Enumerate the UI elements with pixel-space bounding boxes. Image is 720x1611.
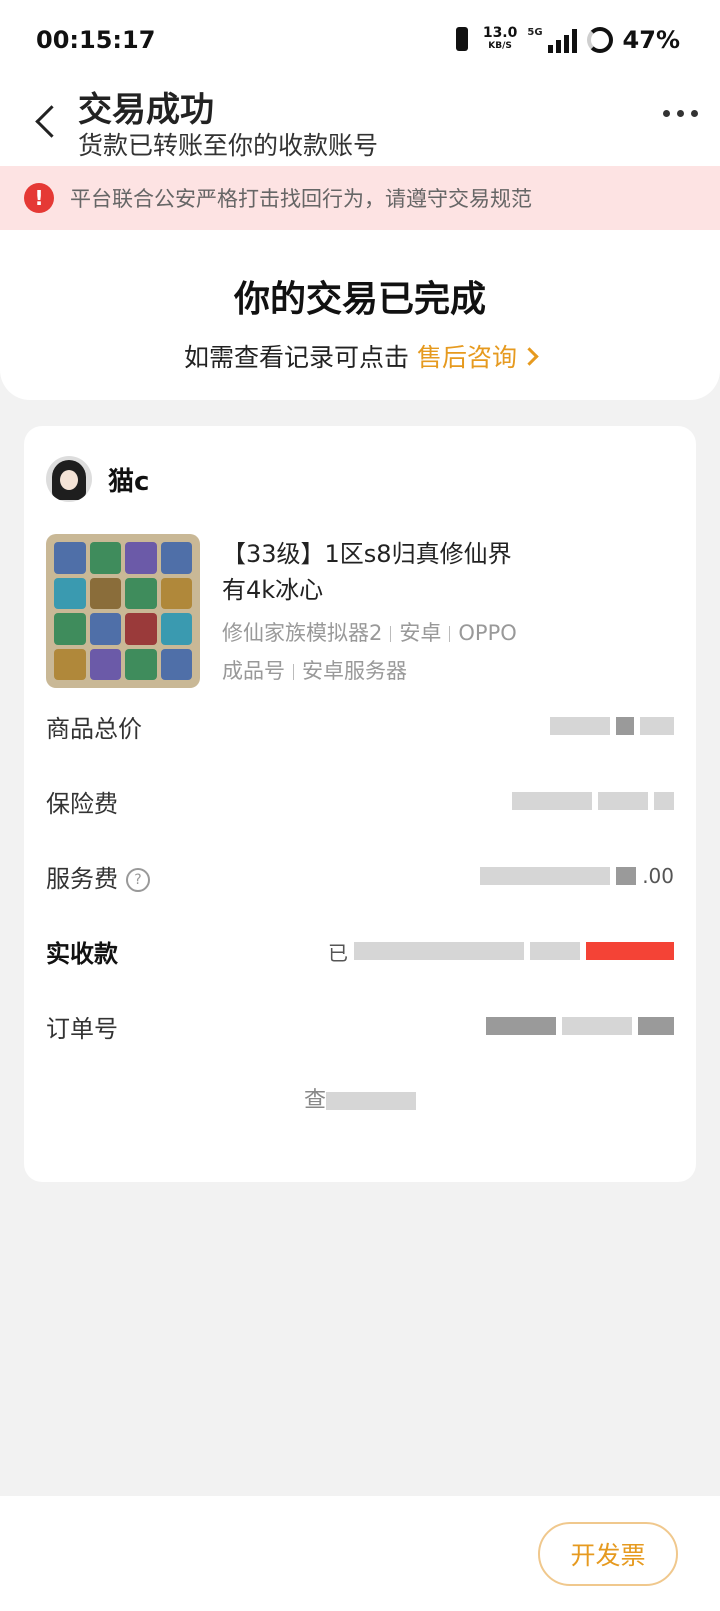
completion-prompt-line: 如需查看记录可点击 售后咨询 bbox=[0, 338, 720, 374]
service-fee-row: 服务费? .00 bbox=[46, 856, 674, 896]
warning-banner: ! 平台联合公安严格打击找回行为，请遵守交易规范 bbox=[0, 166, 720, 230]
meta-game: 修仙家族模拟器2 bbox=[222, 621, 383, 645]
warning-text: 平台联合公安严格打击找回行为，请遵守交易规范 bbox=[70, 187, 532, 211]
meta-divider bbox=[390, 626, 392, 642]
order-number-row: 订单号 bbox=[46, 1006, 674, 1046]
meta-divider bbox=[293, 664, 294, 680]
page-subtitle: 货款已转账至你的收款账号 bbox=[78, 131, 379, 160]
total-price-label: 商品总价 bbox=[46, 714, 142, 743]
service-fee-value-tail: .00 bbox=[642, 864, 674, 888]
received-row: 实收款 已 bbox=[46, 931, 674, 971]
view-more-label: 查 bbox=[303, 1088, 326, 1113]
service-fee-value: .00 bbox=[480, 864, 674, 888]
service-fee-label: 服务费? bbox=[46, 859, 150, 894]
order-card: 猫c 【33级】1区s8归真修仙界 有4k冰心 修仙家族模拟器2 安卓 OPPO 成… bbox=[24, 426, 696, 1182]
product-meta: 修仙家族模拟器2 安卓 OPPO 成品号 安卓服务器 bbox=[222, 614, 662, 690]
chevron-right-icon bbox=[520, 347, 539, 366]
alert-icon: ! bbox=[24, 183, 54, 213]
product-title-line1: 【33级】1区s8归真修仙界 bbox=[222, 540, 512, 568]
vibrate-icon bbox=[451, 26, 473, 54]
after-sales-link[interactable]: 售后咨询 bbox=[416, 343, 539, 372]
battery-icon bbox=[586, 27, 613, 53]
page-header: 交易成功 货款已转账至你的收款账号 bbox=[0, 80, 720, 166]
seller-name: 猫c bbox=[108, 466, 150, 497]
signal-icon: 5G bbox=[527, 27, 577, 53]
meta-brand: OPPO bbox=[458, 621, 517, 645]
net-speed-value: 13.0 bbox=[482, 25, 518, 41]
meta-divider bbox=[449, 626, 451, 642]
status-icons: 13.0 KB/S 5G 47% bbox=[451, 26, 680, 54]
avatar bbox=[46, 456, 92, 502]
total-price-row: 商品总价 bbox=[46, 706, 674, 746]
bottom-action-bar: 开发票 bbox=[0, 1496, 720, 1611]
product-thumbnail[interactable] bbox=[46, 534, 200, 688]
back-icon[interactable] bbox=[28, 102, 68, 142]
net-speed-unit: KB/S bbox=[488, 41, 512, 51]
view-more-link[interactable]: 查 bbox=[24, 1082, 696, 1114]
meta-server: 安卓服务器 bbox=[302, 659, 407, 683]
completion-section: 你的交易已完成 如需查看记录可点击 售后咨询 bbox=[0, 230, 720, 400]
more-icon[interactable] bbox=[663, 110, 698, 117]
insurance-row: 保险费 bbox=[46, 781, 674, 821]
battery-percent: 47% bbox=[622, 26, 680, 54]
net-speed: 13.0 KB/S bbox=[482, 25, 518, 53]
invoice-button[interactable]: 开发票 bbox=[538, 1522, 678, 1586]
help-icon[interactable]: ? bbox=[126, 867, 150, 892]
total-price-value-redacted bbox=[550, 717, 674, 735]
seller-info[interactable]: 猫c bbox=[46, 456, 149, 502]
network-type: 5G bbox=[527, 27, 543, 38]
received-prefix: 已 bbox=[328, 940, 348, 965]
received-value: 已 bbox=[328, 937, 674, 966]
status-time: 00:15:17 bbox=[36, 26, 156, 54]
status-bar: 00:15:17 13.0 KB/S 5G 47% bbox=[0, 0, 720, 80]
page-title: 交易成功 bbox=[78, 90, 214, 130]
order-number-label: 订单号 bbox=[46, 1014, 118, 1043]
meta-type: 成品号 bbox=[222, 659, 285, 683]
completion-prompt: 如需查看记录可点击 bbox=[184, 343, 410, 372]
insurance-value-redacted bbox=[512, 792, 674, 810]
order-number-value-redacted bbox=[486, 1017, 674, 1035]
service-fee-label-text: 服务费 bbox=[46, 864, 118, 893]
received-label: 实收款 bbox=[46, 939, 118, 968]
after-sales-link-label: 售后咨询 bbox=[416, 343, 517, 372]
meta-platform: 安卓 bbox=[399, 621, 442, 645]
product-title-line2: 有4k冰心 bbox=[222, 576, 324, 604]
completion-title: 你的交易已完成 bbox=[233, 279, 486, 320]
insurance-label: 保险费 bbox=[46, 789, 118, 818]
product-title[interactable]: 【33级】1区s8归真修仙界 有4k冰心 bbox=[222, 536, 662, 608]
